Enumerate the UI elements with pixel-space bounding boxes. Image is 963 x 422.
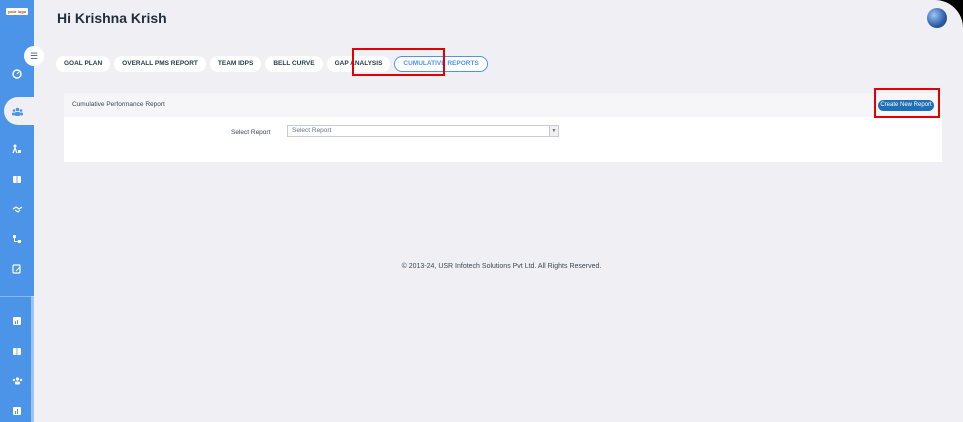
select-report-dropdown[interactable]: Select Report ▼: [287, 125, 559, 137]
book-icon[interactable]: [10, 172, 24, 186]
card-header: Cumulative Performance Report Create New…: [64, 93, 942, 117]
report-card: Cumulative Performance Report Create New…: [64, 93, 942, 162]
card-title: Cumulative Performance Report: [72, 101, 165, 108]
dashboard-icon[interactable]: [10, 67, 24, 81]
sidebar-divider: [0, 296, 34, 297]
footer-copyright: © 2013-24, USR Infotech Solutions Pvt Lt…: [401, 263, 602, 270]
select-report-label: Select Report: [231, 129, 271, 136]
tab-bell-curve[interactable]: BELL CURVE: [265, 56, 323, 72]
chevron-down-icon[interactable]: ▼: [549, 126, 558, 136]
app-window: your logo ☰ Hi Krishna Krish GOAL PLAN O…: [0, 0, 963, 422]
team-icon[interactable]: [10, 104, 24, 118]
report-icon[interactable]: [10, 404, 24, 418]
tab-team-idps[interactable]: TEAM IDPS: [209, 56, 262, 72]
collapse-icon: ☰: [29, 50, 39, 61]
highlight-box-tab: [352, 48, 445, 76]
chart-icon[interactable]: [10, 314, 24, 328]
highlight-box-create: [874, 88, 940, 118]
avatar[interactable]: [927, 8, 947, 28]
sidebar-scrollbar[interactable]: [31, 296, 34, 422]
select-report-value: Select Report: [292, 127, 332, 134]
handshake-icon[interactable]: [10, 202, 24, 216]
tab-overall-pms-report[interactable]: OVERALL PMS REPORT: [114, 56, 206, 72]
hierarchy-icon[interactable]: [10, 232, 24, 246]
tab-goal-plan[interactable]: GOAL PLAN: [56, 56, 111, 72]
org-icon[interactable]: [10, 142, 24, 156]
logo: your logo: [6, 8, 28, 15]
users-icon[interactable]: [10, 374, 24, 388]
collapse-sidebar-button[interactable]: ☰: [24, 46, 44, 66]
page-greeting: Hi Krishna Krish: [57, 10, 167, 26]
book-icon-2[interactable]: [10, 344, 24, 358]
